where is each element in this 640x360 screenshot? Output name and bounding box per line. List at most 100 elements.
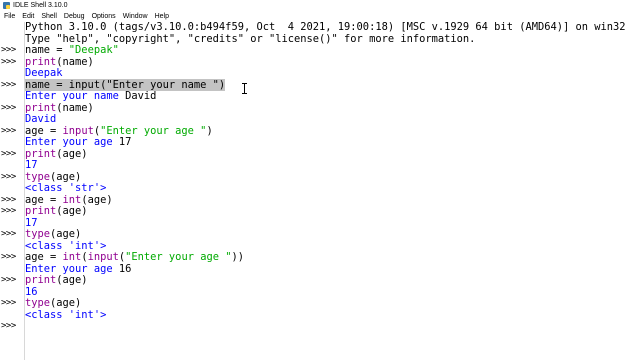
code-token: Enter your age [25, 136, 119, 148]
python-icon [3, 2, 10, 9]
gutter-blank [0, 241, 24, 253]
shell-line: print(name) [25, 102, 640, 115]
code-token: print [25, 205, 57, 217]
line-content: print(age) [25, 205, 88, 217]
prompt-marker: >>> [1, 229, 16, 239]
code-token: 16 [118, 262, 132, 275]
line-content: age = input("Enter your age ") [25, 125, 213, 137]
line-content: 16 [25, 286, 38, 298]
code-token: )) [231, 251, 245, 263]
shell-line: age = int(age) [25, 193, 640, 207]
gutter-blank [0, 68, 24, 80]
shell-line: 16 [25, 286, 640, 299]
code-token: int [62, 193, 82, 206]
code-token: (name) [56, 55, 94, 68]
shell-text-area[interactable]: Python 3.10.0 (tags/v3.10.0:b494f59, Oct… [25, 22, 640, 360]
prompt-marker: >>> [1, 171, 16, 182]
line-content: age = int(input("Enter your age ")) [25, 251, 244, 263]
line-content: David [25, 113, 56, 125]
line-content: Enter your age 17 [25, 136, 131, 148]
shell-line: print(age) [25, 205, 640, 218]
code-token: 17 [118, 136, 132, 148]
code-token: (age) [50, 170, 82, 183]
menu-edit[interactable]: Edit [22, 13, 34, 20]
prompt-marker: >>> [1, 275, 16, 285]
code-token: input [62, 124, 94, 137]
line-content: print(name) [25, 102, 94, 114]
prompt-marker: >>> [1, 206, 16, 216]
shell-line: Enter your age 16 [25, 263, 640, 276]
code-token: age = [25, 193, 63, 206]
text-cursor-icon [242, 83, 247, 94]
menu-debug[interactable]: Debug [64, 13, 85, 20]
line-content: Deepak [25, 67, 63, 79]
prompt-marker: >>> [1, 148, 16, 159]
code-token: David [125, 90, 157, 102]
menu-file[interactable]: File [4, 13, 15, 20]
menu-shell[interactable]: Shell [41, 13, 57, 20]
code-token: print [25, 101, 57, 114]
code-token: 17 [25, 216, 38, 229]
code-token: ) [206, 124, 213, 137]
line-content: Python 3.10.0 (tags/v3.10.0:b494f59, Oct… [25, 22, 626, 33]
shell-line: 17 [25, 217, 640, 230]
line-content: print(name) [25, 56, 94, 68]
line-content: type(age) [25, 171, 81, 183]
prompt-marker: >>> [1, 252, 16, 262]
shell-line: type(age) [25, 171, 640, 184]
code-token: David [25, 113, 57, 125]
code-token: type [25, 228, 51, 240]
menu-help[interactable]: Help [155, 13, 169, 20]
shell-line: print(age) [25, 274, 640, 287]
gutter-blank [0, 310, 24, 322]
code-token: <class 'int'> [25, 308, 107, 321]
code-token: age = [25, 251, 63, 263]
code-token: (name) [56, 101, 94, 114]
prompt-gutter: >>> >>> >>> >>> >>> >>> >>> >>> >>> >>> >>… [0, 22, 25, 360]
menu-options[interactable]: Options [92, 13, 116, 20]
code-token: int [62, 251, 82, 263]
prompt-marker: >>> [1, 321, 16, 331]
prompt-marker: >>> [1, 298, 16, 308]
code-token: (age) [50, 228, 82, 240]
code-token: "Enter your age " [100, 124, 207, 137]
shell-line: type(age) [25, 228, 640, 241]
line-content: 17 [25, 159, 38, 171]
code-token: Deepak [25, 67, 63, 79]
prompt-marker: >>> [1, 125, 16, 136]
window-title: IDLE Shell 3.10.0 [13, 2, 68, 9]
shell-line: name = "Deepak" [25, 44, 640, 57]
shell-line: print(age) [25, 148, 640, 161]
line-content: <class 'int'> [25, 309, 106, 321]
gutter-blank [0, 160, 24, 172]
shell-line: 17 [25, 159, 640, 172]
line-content: Enter your age 16 [25, 263, 131, 275]
gutter-blank [0, 287, 24, 299]
prompt-marker: >>> [1, 102, 16, 113]
code-token: input [87, 251, 119, 263]
shell-line: print(name) [25, 56, 640, 69]
shell-line: Enter your name David [25, 90, 640, 103]
line-content: print(age) [25, 274, 88, 286]
code-token: age = [25, 124, 63, 137]
menu-window[interactable]: Window [123, 13, 148, 20]
code-token: print [25, 274, 57, 286]
code-token: name = input("Enter your name ") [25, 78, 226, 91]
code-token: type [25, 170, 51, 183]
code-token: (age) [56, 274, 88, 286]
line-content: <class 'int'> [25, 240, 106, 252]
gutter-blank [0, 183, 24, 195]
code-token: "Enter your age " [125, 251, 232, 263]
code-token: Enter your age [25, 262, 119, 275]
prompt-marker: >>> [1, 79, 16, 90]
code-token: 17 [25, 159, 38, 171]
prompt-marker: >>> [1, 56, 16, 67]
code-token: (age) [81, 193, 113, 206]
code-token: type [25, 297, 51, 309]
shell-line: <class 'int'> [25, 309, 640, 322]
gutter-blank [0, 137, 24, 149]
line-content: Type "help", "copyright", "credits" or "… [25, 33, 475, 45]
line-content: 17 [25, 217, 38, 229]
shell-line: <class 'str'> [25, 182, 640, 195]
